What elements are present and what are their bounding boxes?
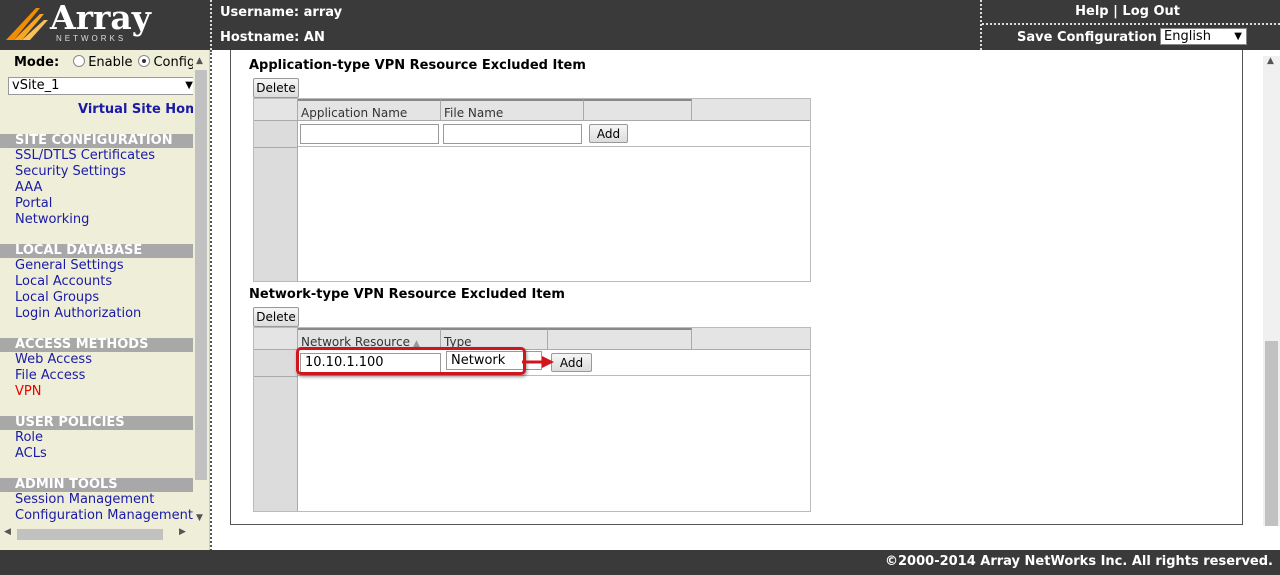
language-select[interactable]: English ▼ [1160, 28, 1247, 45]
header-actions: Help | Log Out Save Configuration Englis… [982, 0, 1280, 50]
logo-wordmark: Array [50, 0, 151, 37]
nav-file-access[interactable]: File Access [15, 368, 85, 384]
highlight-callout [296, 347, 526, 375]
gutter-row-line [254, 376, 298, 377]
col-file-name[interactable]: File Name [441, 99, 584, 121]
scroll-left-icon[interactable]: ◀ [4, 527, 11, 537]
nav-login-authorization[interactable]: Login Authorization [15, 306, 141, 322]
scroll-up-icon[interactable]: ▲ [1267, 56, 1274, 66]
dropdown-arrow-icon: ▼ [185, 80, 193, 91]
nav-security-settings[interactable]: Security Settings [15, 164, 126, 180]
help-link[interactable]: Help [1075, 4, 1108, 19]
scroll-thumb[interactable] [17, 529, 163, 540]
nav-web-access[interactable]: Web Access [15, 352, 92, 368]
virtual-site-value: vSite_1 [12, 78, 60, 93]
logo-mark-icon [6, 8, 48, 40]
section-user-policies: USER POLICIES [0, 416, 193, 430]
link-separator: | [1113, 4, 1118, 19]
scroll-thumb[interactable] [1265, 341, 1278, 526]
sidebar: Mode: Enable Config vSite_1 ▼ Virtual Site… [0, 50, 210, 550]
mode-label: Mode: [14, 55, 60, 70]
header-dotted-divider [982, 23, 1280, 25]
sidebar-vertical-scrollbar[interactable]: ▲ ▼ [193, 56, 209, 526]
section-local-database: LOCAL DATABASE [0, 244, 193, 258]
footer: ©2000-2014 Array NetWorks Inc. All right… [0, 550, 1280, 575]
main-vertical-scrollbar[interactable]: ▲ [1263, 56, 1280, 526]
net-add-button[interactable]: Add [551, 353, 592, 372]
sidebar-horizontal-scrollbar[interactable]: ◀ ▶ [0, 526, 193, 542]
callout-arrow-icon [522, 356, 554, 368]
app-delete-button[interactable]: Delete [253, 78, 299, 98]
mode-selector: Mode: Enable Config [14, 55, 199, 75]
language-value: English [1164, 29, 1211, 44]
grid-gutter [254, 328, 298, 511]
nav-configuration-management[interactable]: Configuration Management [15, 508, 193, 524]
nav-session-management[interactable]: Session Management [15, 492, 154, 508]
app-new-row: Add [298, 121, 810, 147]
nav-local-groups[interactable]: Local Groups [15, 290, 99, 306]
array-networks-logo: Array NETWORKS [6, 0, 151, 44]
top-header: Array NETWORKS Username: array Hostname:… [0, 0, 1280, 50]
nav-portal[interactable]: Portal [15, 196, 52, 212]
nav-aaa[interactable]: AAA [15, 180, 42, 196]
application-name-input[interactable] [300, 124, 439, 144]
mode-enable-label: Enable [88, 55, 133, 70]
save-configuration-link[interactable]: Save Configuration [1017, 30, 1157, 45]
col-actions [548, 328, 692, 350]
section-site-configuration: SITE CONFIGURATION [0, 134, 193, 148]
nav-local-accounts[interactable]: Local Accounts [15, 274, 112, 290]
app-excluded-title: Application-type VPN Resource Excluded I… [249, 58, 586, 73]
header-divider [210, 0, 212, 50]
scroll-up-icon[interactable]: ▲ [196, 56, 203, 66]
gutter-row-line [254, 147, 298, 148]
logo-subtitle: NETWORKS [56, 34, 127, 43]
scroll-thumb[interactable] [195, 70, 207, 480]
mode-config-radio[interactable] [138, 55, 151, 67]
header-links: Help | Log Out [1075, 4, 1180, 19]
nav-general-settings[interactable]: General Settings [15, 258, 124, 274]
copyright-text: ©2000-2014 Array NetWorks Inc. All right… [885, 554, 1273, 569]
virtual-site-select[interactable]: vSite_1 ▼ [8, 77, 196, 95]
net-excluded-title: Network-type VPN Resource Excluded Item [249, 287, 565, 302]
grid-select-header [254, 99, 298, 121]
app-excluded-grid: Application Name File Name Add [253, 98, 811, 282]
nav-vpn[interactable]: VPN [15, 384, 41, 400]
username-label: Username: array [220, 5, 343, 20]
col-actions [584, 99, 692, 121]
virtual-site-home-link[interactable]: Virtual Site Home [78, 102, 207, 117]
nav-acls[interactable]: ACLs [15, 446, 47, 462]
grid-gutter [254, 99, 298, 281]
grid-select-header [254, 328, 298, 350]
scroll-down-icon[interactable]: ▼ [196, 513, 203, 523]
section-access-methods: ACCESS METHODS [0, 338, 193, 352]
net-delete-button[interactable]: Delete [253, 307, 299, 327]
scroll-right-icon[interactable]: ▶ [179, 527, 186, 537]
nav-networking[interactable]: Networking [15, 212, 89, 228]
section-admin-tools: ADMIN TOOLS [0, 478, 193, 492]
col-application-name[interactable]: Application Name [298, 99, 441, 121]
grid-header: Application Name File Name [254, 99, 810, 121]
mode-config-label: Config [153, 55, 196, 70]
dropdown-arrow-icon: ▼ [1234, 31, 1242, 42]
logout-link[interactable]: Log Out [1122, 4, 1180, 19]
mode-enable-radio[interactable] [73, 55, 86, 67]
file-name-input[interactable] [443, 124, 582, 144]
nav-role[interactable]: Role [15, 430, 43, 446]
app-add-button[interactable]: Add [589, 124, 628, 143]
sidebar-divider [210, 50, 212, 575]
hostname-label: Hostname: AN [220, 30, 325, 45]
nav-ssl-dtls-certificates[interactable]: SSL/DTLS Certificates [15, 148, 155, 164]
